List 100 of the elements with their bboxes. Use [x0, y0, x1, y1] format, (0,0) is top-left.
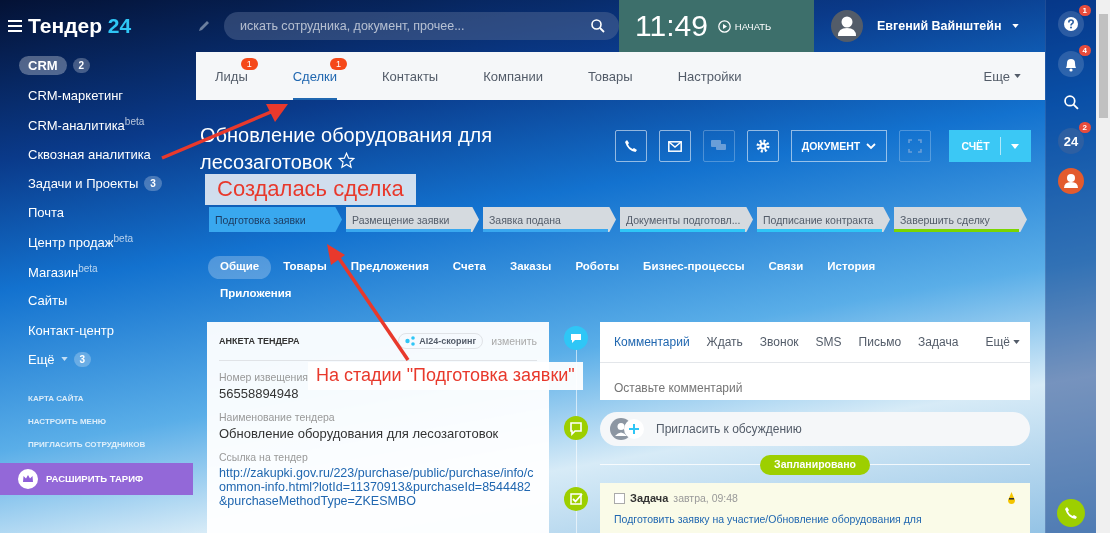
counter-badge: 3	[73, 351, 92, 367]
settings-icon	[756, 139, 770, 153]
task-type: Задача	[630, 492, 669, 504]
comment-icon	[564, 326, 588, 350]
comment-field[interactable]: Оставьте комментарий	[600, 362, 1030, 400]
sidebar-item[interactable]: Контакт-центр	[28, 322, 115, 338]
call-button[interactable]	[615, 130, 647, 162]
counter-badge: 4	[1078, 45, 1091, 56]
b24-button[interactable]: 24	[1058, 128, 1084, 154]
search-icon[interactable]	[1063, 95, 1079, 110]
search-icon[interactable]	[591, 19, 605, 33]
more-menu-item[interactable]: Ещё	[28, 351, 55, 367]
counter-badge: 3	[144, 176, 162, 192]
activity-tab[interactable]: SMS	[815, 335, 842, 349]
stage-step[interactable]: Заявка подана	[483, 207, 616, 232]
pencil-icon[interactable]	[198, 20, 210, 32]
activity-tab[interactable]: Ждать	[706, 335, 743, 349]
caret-icon	[1014, 74, 1021, 78]
card-title: АНКЕТА ТЕНДЕРА	[219, 336, 301, 346]
crm-menu-item[interactable]: CRM	[19, 56, 67, 75]
upgrade-button[interactable]: РАСШИРИТЬ ТАРИФ	[0, 462, 193, 495]
stage-step[interactable]: Подготовка заявки	[209, 207, 342, 232]
more-tab[interactable]: Ещё	[985, 335, 1010, 349]
stage-step[interactable]: Подписание контракта	[757, 207, 890, 232]
phone-icon	[624, 139, 638, 153]
envelope-icon	[668, 140, 682, 152]
invite-field[interactable]: Пригласить к обсуждению	[600, 412, 1030, 446]
annotation-callout: На стадии "Подготовка заявки"	[308, 362, 583, 390]
crm-tab[interactable]: Компании	[483, 52, 543, 100]
settings-button[interactable]	[747, 130, 779, 162]
help-icon	[1064, 17, 1078, 31]
detail-tab[interactable]: Бизнес-процессы	[631, 256, 757, 279]
detail-tab[interactable]: Роботы	[563, 256, 632, 279]
counter-badge: 1	[1078, 5, 1091, 16]
star-icon[interactable]	[337, 152, 355, 169]
caret-icon	[1011, 24, 1019, 28]
chevron-icon	[866, 142, 877, 150]
scrollbar[interactable]	[1096, 0, 1110, 533]
user-name[interactable]: Евгений Вайнштейн	[877, 19, 1002, 33]
tender-link[interactable]: http://zakupki.gov.ru/223/purchase/public/purchase/info/common-info.html?lotId=11370913&purchaseId=8544482&purchaseMethodType=ZKESMBO	[219, 466, 537, 508]
email-button[interactable]	[659, 130, 691, 162]
detail-tab[interactable]: Связи	[756, 256, 816, 279]
crm-tab[interactable]: Настройки	[677, 52, 742, 100]
detail-tab[interactable]: Общие	[208, 256, 272, 279]
stage-step[interactable]: Размещение заявки	[346, 207, 479, 232]
caret-icon	[60, 357, 68, 362]
sidebar-item[interactable]: CRM-аналитика$^{beta}$	[28, 116, 145, 134]
field-value: Обновление оборудования для лесозаготовок	[219, 426, 499, 441]
more-tab[interactable]: Еще	[983, 68, 1010, 84]
start-button[interactable]: НАЧАТЬ	[717, 19, 772, 33]
pear-icon	[1007, 491, 1016, 505]
sidebar-item[interactable]: Магазин$^{beta}$	[28, 262, 98, 281]
stage-step[interactable]: Документы подготовл...	[620, 207, 753, 232]
detail-tab[interactable]: Заказы	[497, 256, 564, 279]
activity-tab[interactable]: Комментарий	[614, 335, 690, 349]
annotation-callout: Создалась сделка	[205, 174, 416, 205]
invite-placeholder: Пригласить к обсуждению	[656, 422, 802, 436]
document-button[interactable]: ДОКУМЕНТ	[791, 130, 887, 162]
user-icon[interactable]	[1058, 168, 1084, 194]
chat-icon	[711, 139, 727, 153]
bell-icon	[1064, 56, 1078, 72]
activity-tab[interactable]: Звонок	[759, 335, 799, 349]
caret-icon	[1010, 143, 1019, 149]
detail-tab[interactable]: Предложения	[338, 256, 441, 279]
detail-tab[interactable]: Товары	[271, 256, 339, 279]
activity-tab[interactable]: Письмо	[858, 335, 902, 349]
sidebar-item[interactable]: Сквозная аналитика	[28, 146, 151, 162]
avatar-icon[interactable]	[831, 10, 863, 42]
detail-tab[interactable]: Приложения	[208, 283, 304, 306]
detail-tab[interactable]: Счета	[440, 256, 498, 279]
menu-icon[interactable]	[8, 20, 22, 32]
crm-tab[interactable]: Контакты	[382, 52, 439, 100]
logo[interactable]: Тендер 24	[28, 14, 132, 38]
counter-badge: 2	[1078, 122, 1091, 133]
field-label: Наименование тендера	[219, 411, 335, 423]
notifications-button[interactable]	[1058, 51, 1084, 77]
nodes-icon	[405, 336, 416, 346]
field-value: 56558894948	[219, 386, 299, 401]
planned-badge: Запланировано	[760, 455, 870, 475]
counter-badge: 1	[240, 58, 258, 70]
caret-icon	[1013, 340, 1020, 344]
sidebar-item[interactable]: Сайты	[28, 293, 68, 309]
task-title-link[interactable]: Подготовить заявку на участие/Обновление оборудования для	[614, 513, 1016, 525]
sidebar-item[interactable]: Центр продаж$^{beta}$	[28, 233, 134, 251]
crm-tab[interactable]: Товары	[587, 52, 633, 100]
sidebar-item[interactable]: Задачи и Проекты	[28, 176, 139, 192]
task-time: завтра, 09:48	[673, 492, 738, 504]
task-checkbox[interactable]	[614, 492, 625, 504]
clock-time: 11:49	[635, 9, 708, 43]
help-button[interactable]	[1058, 11, 1084, 37]
counter-badge: 1	[330, 58, 348, 70]
stage-step[interactable]: Завершить сделку	[894, 207, 1027, 232]
task-check-icon	[564, 487, 588, 511]
sidebar-item[interactable]: Почта	[28, 205, 65, 221]
call-button[interactable]	[1057, 499, 1085, 527]
sidebar-item[interactable]: CRM-маркетинг	[28, 88, 124, 104]
field-label: Ссылка на тендер	[219, 451, 308, 463]
play-icon	[717, 19, 731, 33]
activity-tab[interactable]: Задача	[918, 335, 959, 349]
counter-badge: 2	[72, 58, 91, 73]
